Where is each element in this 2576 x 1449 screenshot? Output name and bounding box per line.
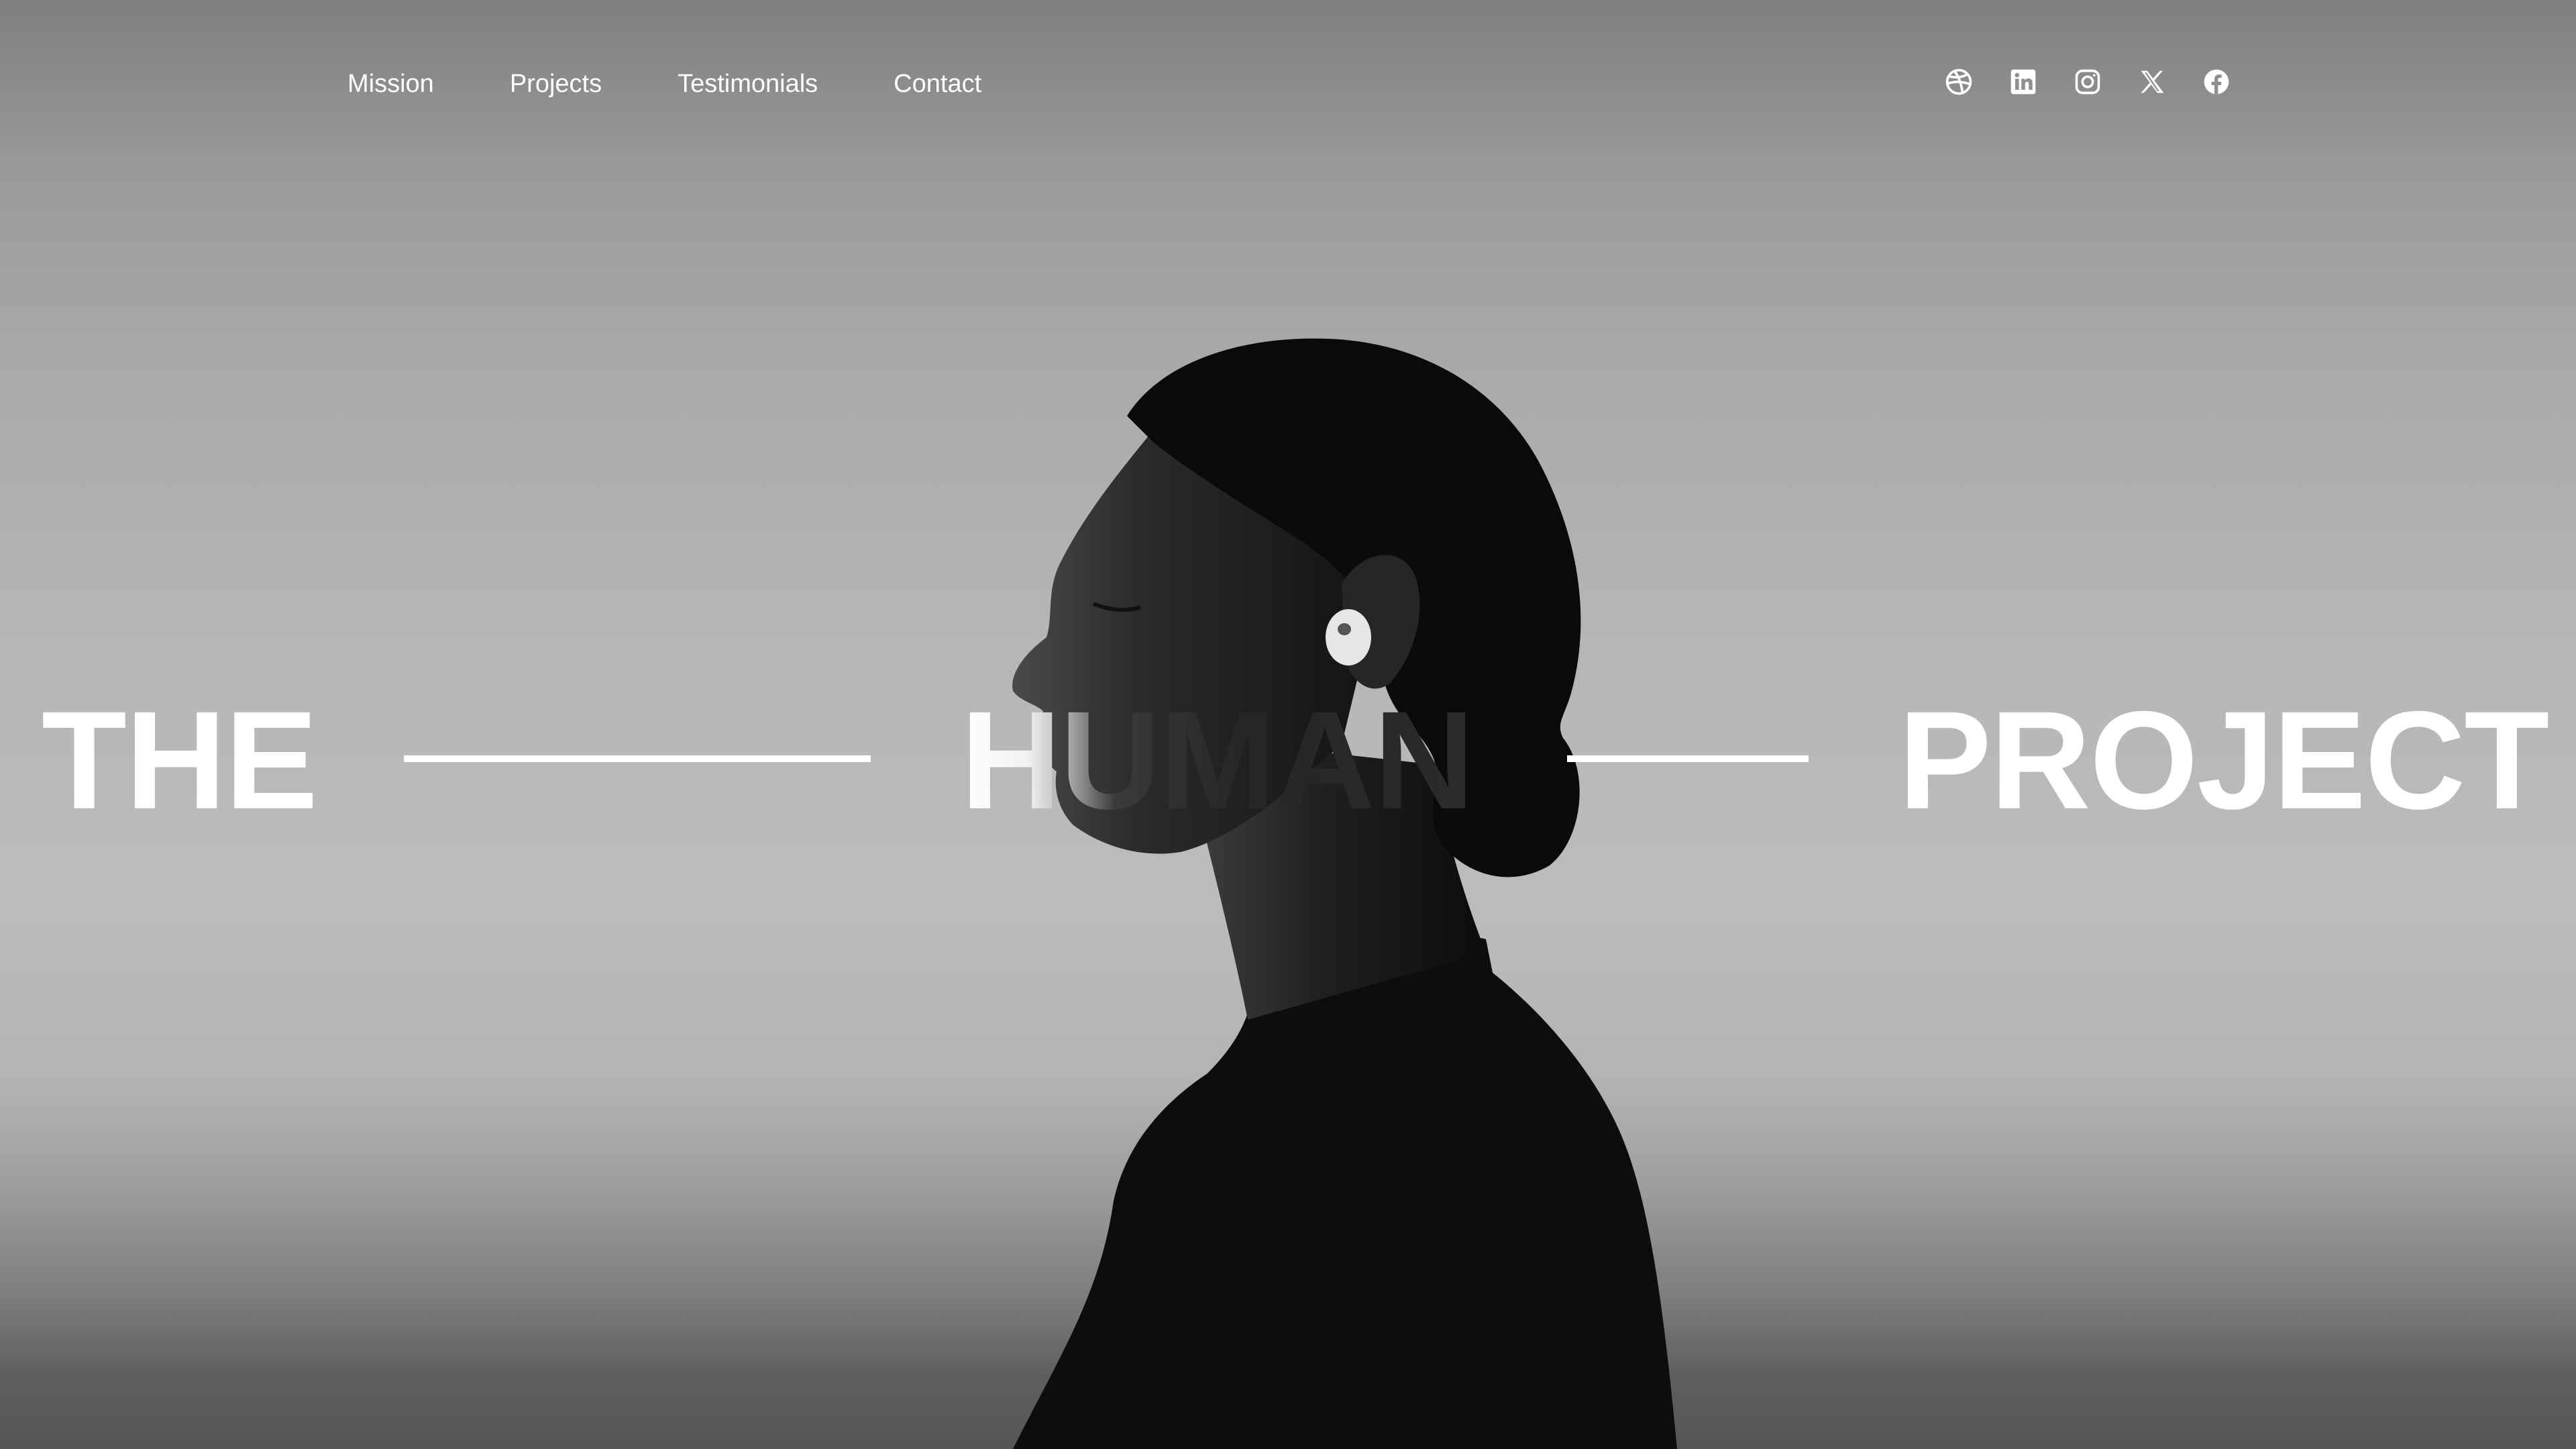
instagram-icon[interactable] xyxy=(2073,67,2102,97)
linkedin-icon[interactable] xyxy=(2008,67,2038,97)
earbud xyxy=(1326,609,1371,665)
hero-section: Mission Projects Testimonials Contact TH… xyxy=(0,0,2576,1449)
headline-divider-left xyxy=(404,755,871,762)
social-links xyxy=(1944,67,2231,97)
x-icon[interactable] xyxy=(2137,67,2167,97)
main-nav: Mission Projects Testimonials Contact xyxy=(347,64,1057,104)
nav-link-projects[interactable]: Projects xyxy=(510,64,602,104)
figure-body xyxy=(1013,938,1677,1449)
nav-link-contact[interactable]: Contact xyxy=(894,64,981,104)
facebook-icon[interactable] xyxy=(2202,67,2231,97)
nav-link-mission[interactable]: Mission xyxy=(347,64,434,104)
headline-divider-right xyxy=(1567,755,1809,762)
headline-word-human: HUMAN xyxy=(961,683,1474,839)
headline-word-the: THE xyxy=(42,683,318,839)
headline-word-project: PROJECT xyxy=(1898,683,2549,839)
nav-link-testimonials[interactable]: Testimonials xyxy=(678,64,818,104)
dribbble-icon[interactable] xyxy=(1944,67,1974,97)
